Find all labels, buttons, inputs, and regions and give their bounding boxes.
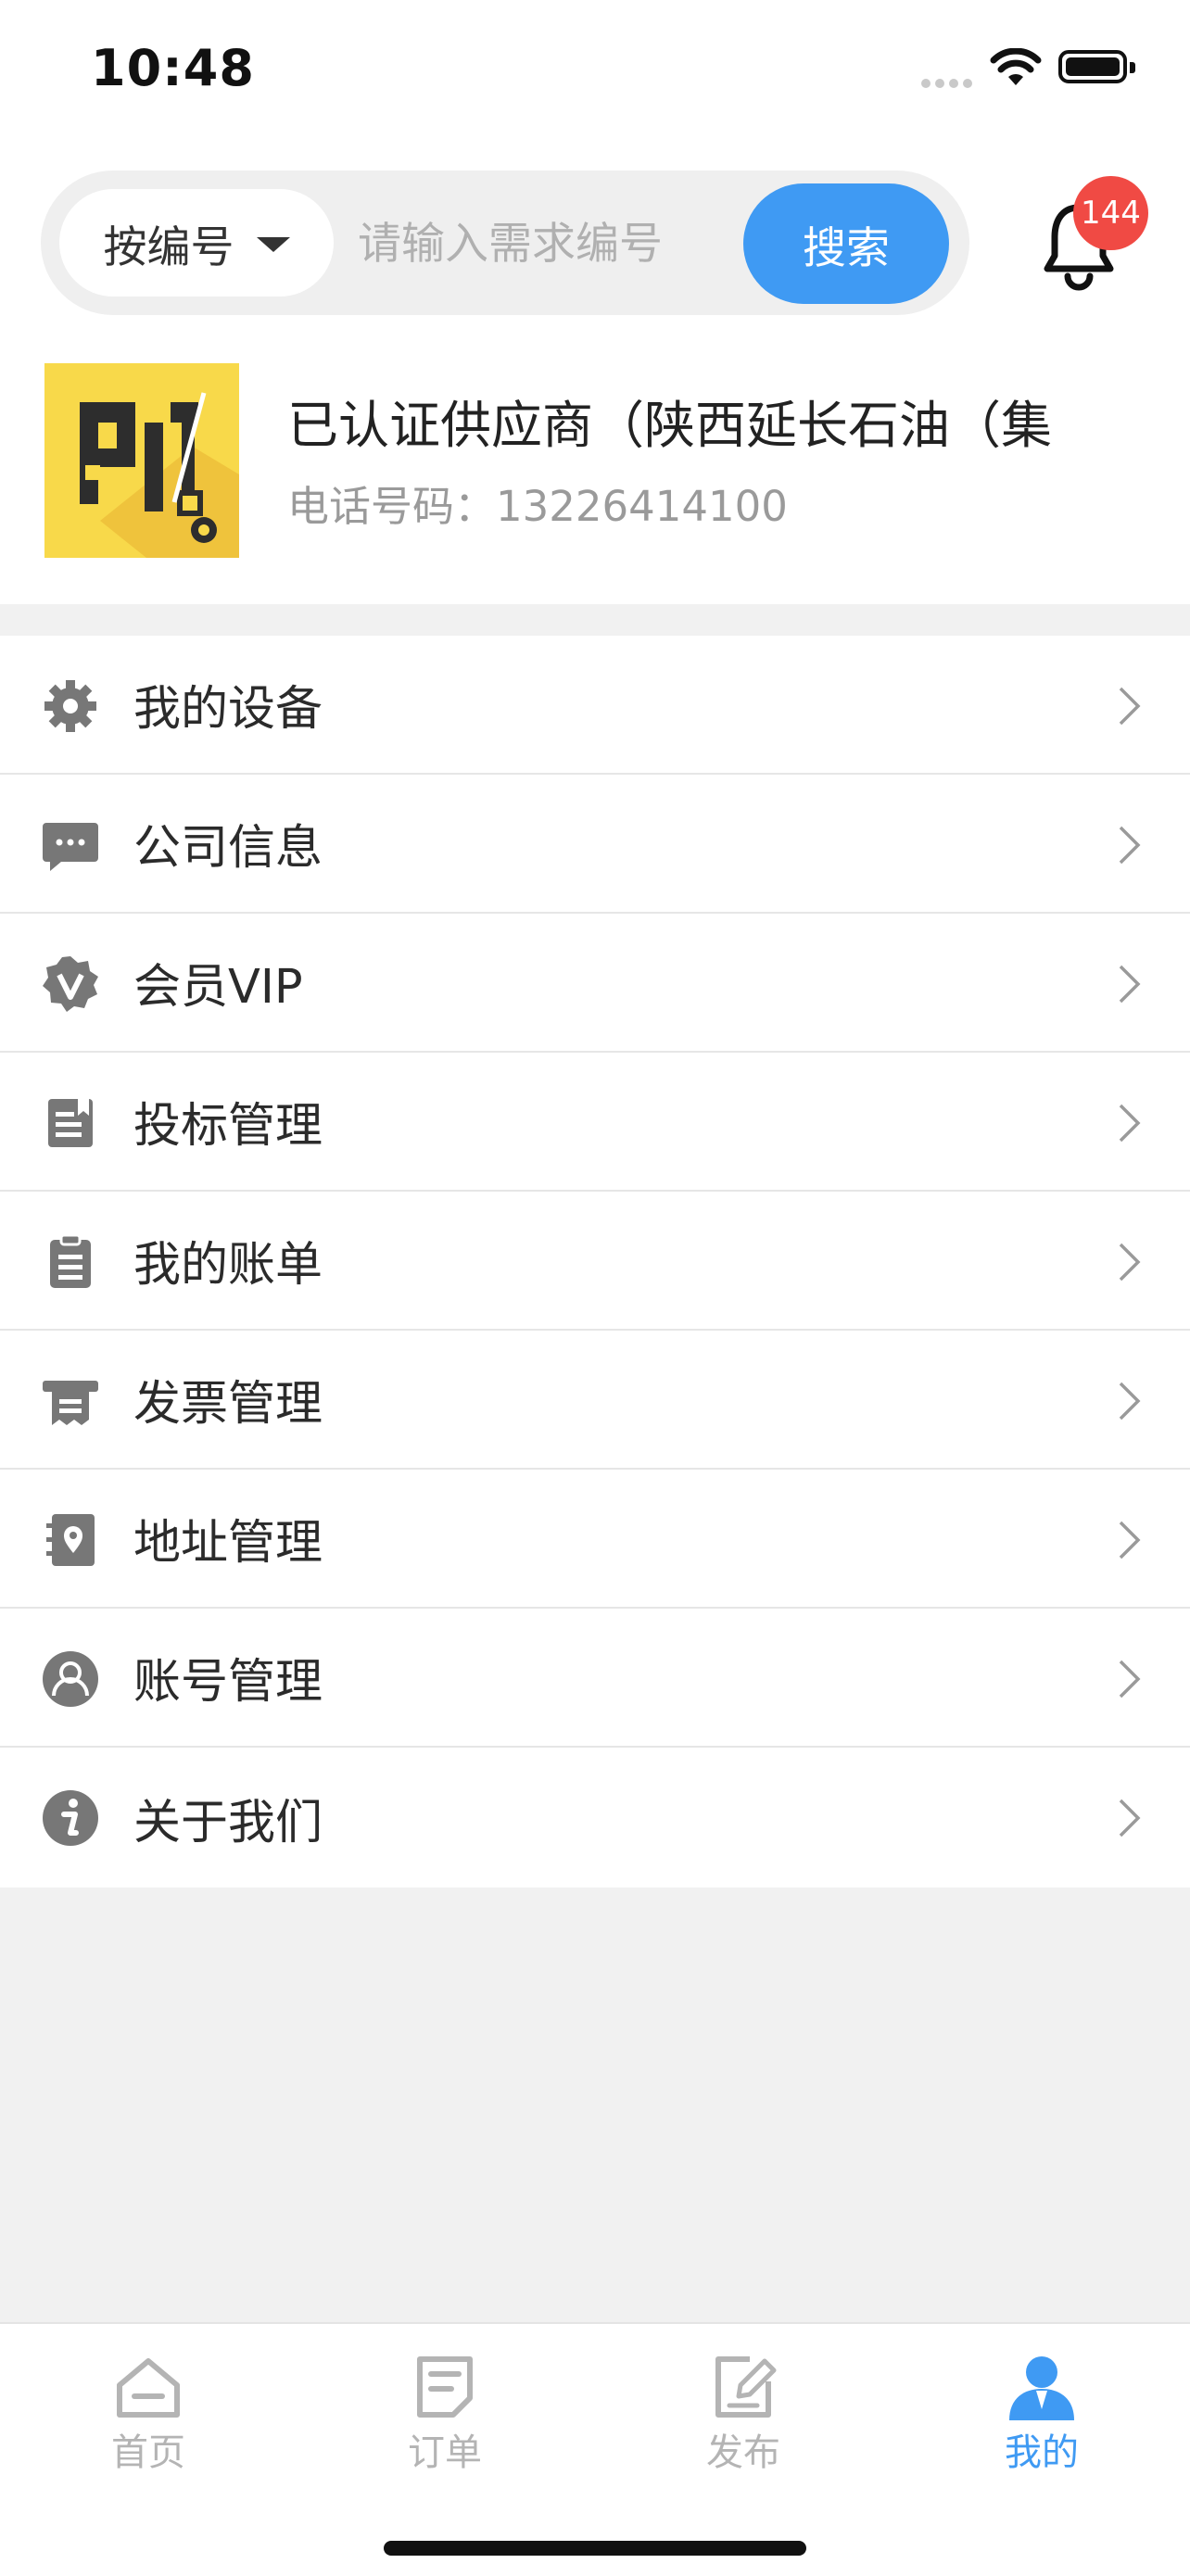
- status-bar: 10:48: [0, 0, 1190, 139]
- gear-icon: [44, 680, 96, 732]
- menu-label: 我的账单: [133, 1238, 323, 1293]
- company-logo: [44, 363, 239, 558]
- tab-home[interactable]: 首页: [56, 2354, 241, 2476]
- clipboard-icon: [50, 1233, 91, 1288]
- search-input[interactable]: [356, 170, 767, 317]
- menu-item-company-info[interactable]: 公司信息: [0, 775, 1190, 914]
- bid-document-icon: [48, 1099, 93, 1147]
- chat-bubble-icon: [43, 823, 98, 871]
- search-filter-label: 按编号: [103, 221, 234, 273]
- order-icon: [417, 2356, 473, 2418]
- menu-item-my-bills[interactable]: 我的账单: [0, 1192, 1190, 1331]
- menu-item-bid-management[interactable]: 投标管理: [0, 1053, 1190, 1192]
- search-bar: 按编号 搜索: [41, 170, 969, 317]
- menu-item-invoice-management[interactable]: 发票管理: [0, 1331, 1190, 1470]
- profile-card[interactable]: 已认证供应商（陕西延长石油（集 电话号码：13226414100: [0, 361, 1190, 575]
- status-time: 10:48: [91, 39, 255, 97]
- menu-item-vip[interactable]: 会员VIP: [0, 914, 1190, 1053]
- profile-icon: [1009, 2356, 1074, 2420]
- chevron-right-icon: [1119, 1243, 1141, 1282]
- tab-bar: 首页 订单 发布 我的: [0, 2322, 1190, 2576]
- address-book-icon: [46, 1514, 95, 1566]
- menu-label: 投标管理: [133, 1099, 323, 1154]
- menu-label: 会员VIP: [133, 960, 303, 1015]
- search-button[interactable]: 搜索: [743, 183, 949, 304]
- tab-label: 发布: [706, 2431, 780, 2474]
- cellular-signal-icon: [921, 74, 977, 92]
- publish-icon: [715, 2356, 777, 2418]
- battery-icon: [1058, 50, 1135, 83]
- invoice-icon: [43, 1381, 98, 1425]
- info-icon: [43, 1790, 98, 1846]
- menu-label: 关于我们: [133, 1795, 323, 1850]
- chevron-right-icon: [1119, 1799, 1141, 1837]
- menu-item-account-management[interactable]: 账号管理: [0, 1609, 1190, 1748]
- home-indicator: [384, 2541, 806, 2556]
- chevron-right-icon: [1119, 1521, 1141, 1559]
- tab-label: 我的: [1005, 2431, 1079, 2474]
- tab-publish[interactable]: 发布: [651, 2354, 836, 2476]
- chevron-right-icon: [1119, 687, 1141, 726]
- menu-label: 地址管理: [133, 1516, 323, 1571]
- chevron-right-icon: [1119, 1104, 1141, 1143]
- header: 按编号 搜索 144: [0, 139, 1190, 604]
- tab-label: 订单: [408, 2431, 482, 2474]
- menu-item-address-management[interactable]: 地址管理: [0, 1470, 1190, 1609]
- settings-menu: 我的设备 公司信息 会员VIP 投标管理 我的账单 发票管理 地址管理 账号管理…: [0, 636, 1190, 1888]
- tab-label: 首页: [111, 2431, 185, 2474]
- company-name: 已认证供应商（陕西延长石油（集: [287, 396, 1053, 455]
- menu-item-about-us[interactable]: 关于我们: [0, 1748, 1190, 1888]
- wifi-icon: [990, 48, 1042, 85]
- menu-label: 发票管理: [133, 1377, 323, 1432]
- menu-label: 账号管理: [133, 1655, 323, 1710]
- caret-down-icon: [256, 237, 290, 252]
- chevron-right-icon: [1119, 965, 1141, 1004]
- home-icon: [117, 2358, 180, 2418]
- menu-item-my-devices[interactable]: 我的设备: [0, 636, 1190, 775]
- user-circle-icon: [43, 1651, 98, 1707]
- vip-badge-icon: [43, 956, 98, 1012]
- menu-label: 我的设备: [133, 682, 323, 737]
- chevron-right-icon: [1119, 1382, 1141, 1421]
- chevron-right-icon: [1119, 826, 1141, 865]
- search-filter-dropdown[interactable]: 按编号: [59, 189, 334, 297]
- tab-orders[interactable]: 订单: [352, 2354, 538, 2476]
- tab-mine[interactable]: 我的: [949, 2354, 1134, 2476]
- chevron-right-icon: [1119, 1660, 1141, 1698]
- phone-number: 电话号码：13226414100: [287, 482, 788, 531]
- menu-label: 公司信息: [133, 821, 323, 876]
- notification-badge: 144: [1073, 176, 1148, 250]
